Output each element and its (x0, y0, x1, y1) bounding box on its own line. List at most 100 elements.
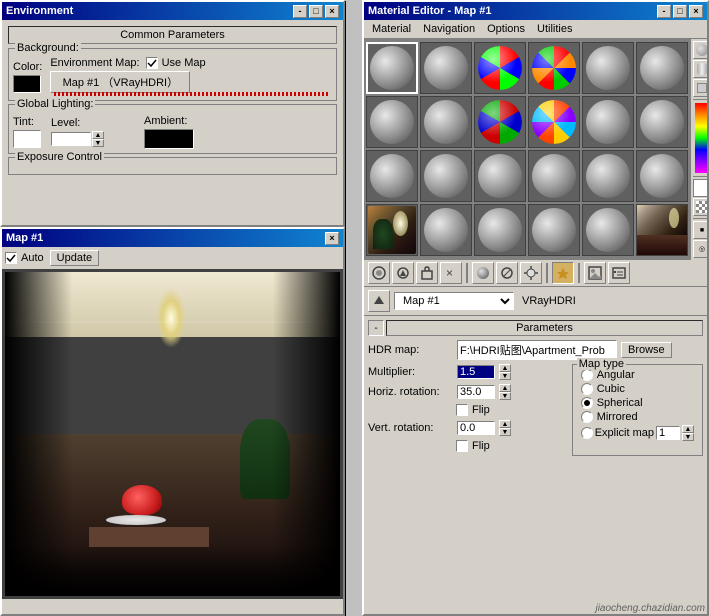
angular-radio[interactable] (581, 369, 593, 381)
sphere-cell-3-2[interactable] (474, 204, 526, 256)
backlight-btn[interactable] (520, 262, 542, 284)
map-btn[interactable]: Map #1 （VRayHDRI） (50, 71, 190, 93)
sphere-cell-2-4[interactable] (582, 150, 634, 202)
goto-parent-btn[interactable] (368, 290, 390, 312)
options-btn-1[interactable]: ■ (693, 221, 707, 239)
level-up-btn[interactable]: ▲ (92, 131, 104, 139)
sphere-cell-2-5[interactable] (636, 150, 688, 202)
menu-material[interactable]: Material (366, 21, 417, 37)
sphere-cell-3-3[interactable] (528, 204, 580, 256)
color-sphere-0-3 (532, 46, 576, 90)
menu-options[interactable]: Options (481, 21, 531, 37)
flip-checkbox-1[interactable] (456, 404, 468, 416)
multiplier-input[interactable] (457, 365, 495, 379)
vert-up-btn[interactable]: ▲ (499, 420, 511, 428)
spherical-row: Spherical (581, 397, 694, 409)
sphere-cell-0-0[interactable] (366, 42, 418, 94)
bg-white-btn[interactable] (693, 179, 707, 197)
map-name-dropdown[interactable]: Map #1 (394, 292, 514, 310)
explicit-radio[interactable] (581, 427, 593, 439)
params-collapse-btn[interactable]: - (368, 320, 384, 336)
sphere-btn[interactable] (472, 262, 494, 284)
explicit-row: Explicit map ▲ ▼ (581, 425, 694, 441)
vert-down-btn[interactable]: ▼ (499, 428, 511, 436)
mult-down-btn[interactable]: ▼ (499, 372, 511, 380)
menu-utilities[interactable]: Utilities (531, 21, 578, 37)
cylinder-preview-btn[interactable] (693, 60, 707, 78)
color-strip[interactable] (695, 103, 708, 173)
menu-navigation[interactable]: Navigation (417, 21, 481, 37)
mirrored-radio[interactable] (581, 411, 593, 423)
sphere-0-4 (586, 46, 630, 90)
vert-rot-input[interactable] (457, 421, 495, 435)
expl-down-btn[interactable]: ▼ (682, 433, 694, 441)
ambient-label: Ambient: (144, 115, 194, 127)
sphere-row-0 (366, 42, 688, 94)
sphere-cell-3-1[interactable] (420, 204, 472, 256)
assign-btn[interactable] (416, 262, 438, 284)
sphere-cell-1-4[interactable] (582, 96, 634, 148)
exposure-label: Exposure Control (15, 151, 104, 163)
update-btn[interactable]: Update (50, 250, 99, 266)
vrray-type-label: VRayHDRI (522, 295, 576, 307)
get-material-btn[interactable] (368, 262, 390, 284)
horiz-down-btn[interactable]: ▼ (499, 392, 511, 400)
toolbar-sep-1 (466, 263, 468, 283)
sphere-cell-2-0[interactable] (366, 150, 418, 202)
explicit-input[interactable] (656, 426, 680, 440)
mat-maximize-btn[interactable]: □ (673, 5, 687, 18)
level-down-btn[interactable]: ▼ (92, 139, 104, 147)
cubic-radio[interactable] (581, 383, 593, 395)
ambient-swatch[interactable] (144, 129, 194, 149)
sample-type-btn[interactable] (496, 262, 518, 284)
sphere-cell-0-4[interactable] (582, 42, 634, 94)
sphere-cell-2-3[interactable] (528, 150, 580, 202)
bg-checker-btn[interactable] (693, 198, 707, 216)
mult-up-btn[interactable]: ▲ (499, 364, 511, 372)
env-minimize-btn[interactable]: - (293, 5, 307, 18)
map-title-bar: Map #1 × (2, 229, 343, 247)
spherical-radio[interactable] (581, 397, 593, 409)
sphere-cell-1-0[interactable] (366, 96, 418, 148)
flip-checkbox-2[interactable] (456, 440, 468, 452)
sphere-cell-1-1[interactable] (420, 96, 472, 148)
horiz-rot-input[interactable] (457, 385, 495, 399)
sphere-cell-0-3[interactable] (528, 42, 580, 94)
box-preview-btn[interactable] (693, 79, 707, 97)
highlight-btn[interactable] (552, 262, 574, 284)
map-close-btn[interactable]: × (325, 232, 339, 245)
sphere-cell-3-0[interactable] (366, 204, 418, 256)
sphere-1-4 (586, 100, 630, 144)
sphere-cell-0-2[interactable] (474, 42, 526, 94)
use-map-checkbox[interactable] (146, 57, 158, 69)
reset-btn[interactable]: × (440, 262, 462, 284)
sphere-cell-1-2[interactable] (474, 96, 526, 148)
material-id-btn[interactable] (608, 262, 630, 284)
sphere-cell-0-5[interactable] (636, 42, 688, 94)
sphere-cell-2-2[interactable] (474, 150, 526, 202)
mat-close-btn[interactable]: × (689, 5, 703, 18)
sphere-cell-1-3[interactable] (528, 96, 580, 148)
mirrored-label: Mirrored (597, 411, 638, 423)
env-maximize-btn[interactable]: □ (309, 5, 323, 18)
tint-swatch[interactable] (13, 130, 41, 148)
env-close-btn[interactable]: × (325, 5, 339, 18)
hdr-label: HDR map: (368, 344, 453, 356)
sphere-cell-3-5[interactable] (636, 204, 688, 256)
sphere-cell-2-1[interactable] (420, 150, 472, 202)
bg-color-swatch[interactable] (13, 75, 41, 93)
browse-button[interactable]: Browse (621, 342, 672, 358)
sphere-cell-0-1[interactable] (420, 42, 472, 94)
horiz-up-btn[interactable]: ▲ (499, 384, 511, 392)
sphere-cell-3-4[interactable] (582, 204, 634, 256)
show-map-btn[interactable] (584, 262, 606, 284)
sphere-1-5 (640, 100, 684, 144)
expl-up-btn[interactable]: ▲ (682, 425, 694, 433)
mat-minimize-btn[interactable]: - (657, 5, 671, 18)
options-btn-2[interactable]: ◎ (693, 240, 707, 258)
auto-checkbox[interactable] (5, 252, 17, 264)
level-input[interactable]: 1.0 (51, 132, 91, 146)
sphere-preview-btn[interactable] (693, 41, 707, 59)
sphere-cell-1-5[interactable] (636, 96, 688, 148)
put-to-scene-btn[interactable] (392, 262, 414, 284)
